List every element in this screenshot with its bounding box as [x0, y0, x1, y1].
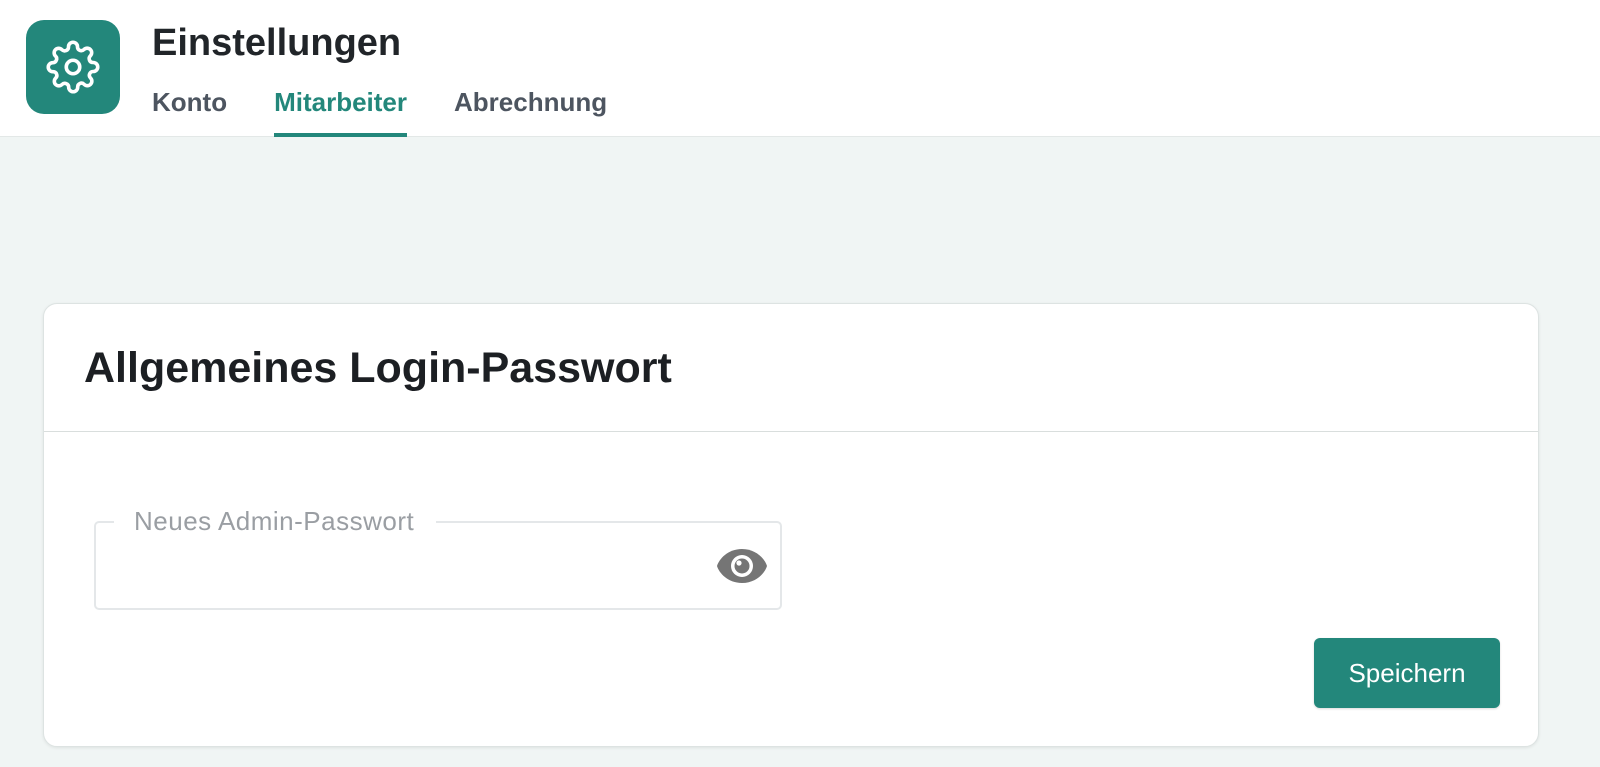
settings-app-icon: [26, 20, 120, 114]
settings-header: Einstellungen Konto Mitarbeiter Abrechnu…: [0, 0, 1600, 137]
eye-icon[interactable]: [716, 547, 768, 585]
admin-password-label: Neues Admin-Passwort: [114, 503, 437, 539]
tab-mitarbeiter[interactable]: Mitarbeiter: [274, 82, 407, 137]
admin-password-input[interactable]: [112, 543, 696, 589]
tab-konto[interactable]: Konto: [152, 82, 227, 137]
gear-icon: [46, 40, 100, 94]
card-title: Allgemeines Login-Passwort: [84, 344, 672, 392]
settings-tabs: Konto Mitarbeiter Abrechnung: [152, 82, 607, 137]
login-password-card: Allgemeines Login-Passwort Neues Admin-P…: [43, 303, 1539, 747]
card-header: Allgemeines Login-Passwort: [44, 304, 1538, 432]
tab-abrechnung[interactable]: Abrechnung: [454, 82, 607, 137]
admin-password-field[interactable]: Neues Admin-Passwort: [94, 503, 782, 610]
page-title: Einstellungen: [152, 22, 402, 64]
save-button[interactable]: Speichern: [1314, 638, 1500, 708]
